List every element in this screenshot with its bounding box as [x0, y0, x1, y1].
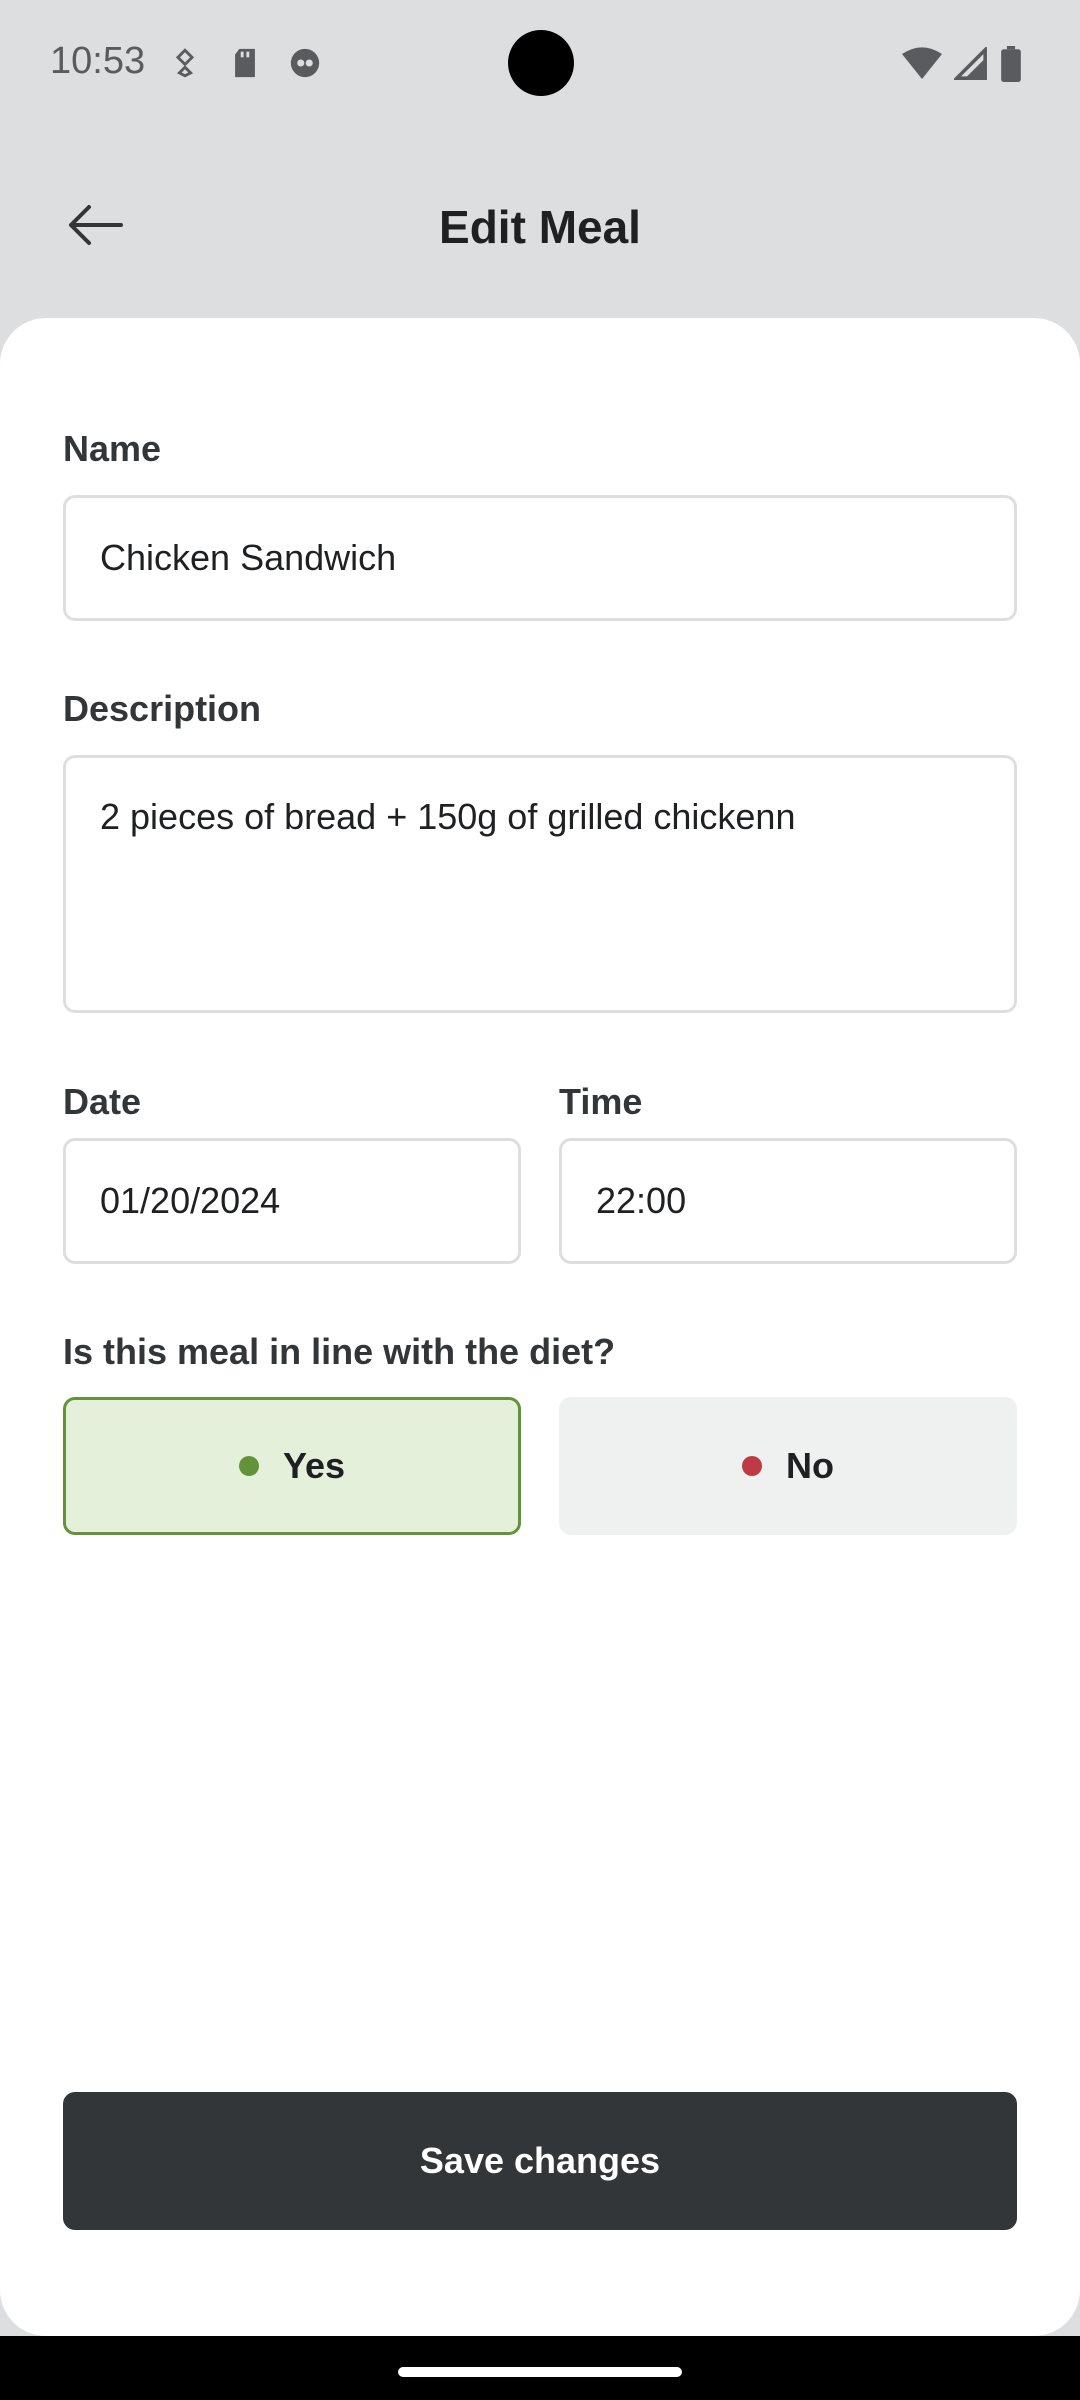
- status-icons-left: [168, 46, 322, 80]
- description-input[interactable]: 2 pieces of bread + 150g of grilled chic…: [63, 755, 1017, 1013]
- name-input[interactable]: Chicken Sandwich: [63, 495, 1017, 621]
- diet-question-label: Is this meal in line with the diet?: [63, 1331, 616, 1372]
- status-bar: 10:53: [0, 0, 1080, 130]
- date-value: 01/20/2024: [100, 1180, 281, 1221]
- green-dot-icon: [238, 1456, 259, 1476]
- status-icons-right: [902, 46, 1022, 82]
- page-title: Edit Meal: [439, 201, 641, 253]
- no-label: No: [786, 1445, 834, 1486]
- diet-yes-button[interactable]: Yes: [63, 1397, 521, 1535]
- battery-icon: [1001, 46, 1021, 82]
- face-icon: [290, 48, 320, 78]
- save-button[interactable]: Save changes: [63, 2092, 1017, 2230]
- description-label: Description: [63, 688, 262, 729]
- sd-card-icon: [235, 48, 255, 78]
- wifi-icon: [902, 47, 942, 79]
- time-value: 22:00: [596, 1180, 687, 1221]
- diet-no-button[interactable]: No: [559, 1397, 1017, 1535]
- shield-icon: [175, 48, 195, 78]
- date-input[interactable]: 01/20/2024: [63, 1138, 521, 1264]
- date-label: Date: [63, 1081, 142, 1122]
- description-value: 2 pieces of bread + 150g of grilled chic…: [100, 796, 796, 837]
- name-value: Chicken Sandwich: [100, 537, 397, 578]
- signal-icon: [954, 47, 987, 80]
- app-header: Edit Meal: [0, 150, 1080, 300]
- time-input[interactable]: 22:00: [559, 1138, 1017, 1264]
- yes-label: Yes: [282, 1445, 346, 1486]
- status-time: 10:53: [50, 40, 146, 82]
- red-dot-icon: [742, 1456, 762, 1476]
- time-label: Time: [559, 1081, 643, 1122]
- camera-cutout: [508, 30, 574, 96]
- home-indicator[interactable]: [398, 2367, 682, 2377]
- name-label: Name: [63, 428, 162, 469]
